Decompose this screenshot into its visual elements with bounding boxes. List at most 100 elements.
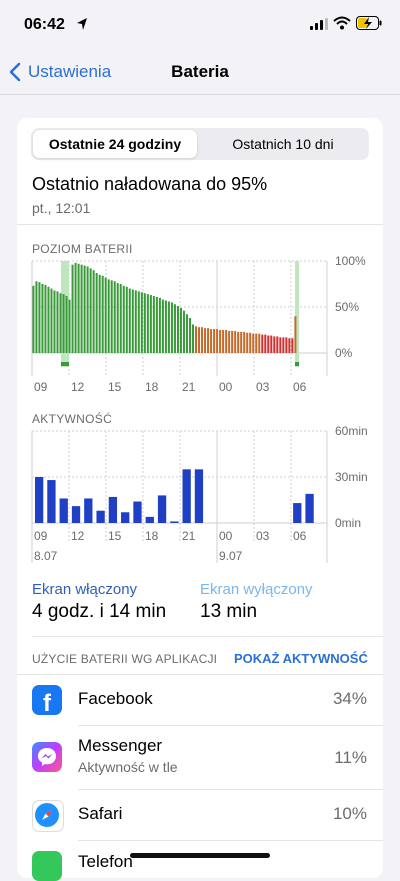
battery-bar: [116, 283, 119, 353]
activity-bar: [71, 506, 81, 523]
activity-bar: [59, 498, 68, 523]
battery-bar: [213, 329, 216, 353]
battery-bar: [44, 284, 47, 353]
battery-bar: [68, 299, 71, 353]
activity-bar: [47, 480, 56, 523]
date-label-8-07: 8.07: [34, 549, 58, 563]
battery-bar: [47, 286, 50, 353]
battery-bar: [285, 337, 288, 353]
battery-bar: [237, 331, 240, 353]
battery-x-tick: 00: [219, 380, 233, 394]
activity-x-tick: 21: [182, 529, 196, 543]
location-arrow-icon: [77, 18, 87, 30]
battery-bar: [188, 318, 192, 353]
battery-bar: [53, 290, 56, 353]
activity-bar: [157, 495, 167, 523]
battery-x-tick: 09: [34, 380, 48, 394]
app-name: Messenger: [78, 736, 163, 755]
facebook-icon: f: [32, 685, 62, 717]
battery-charging-icon: [356, 16, 382, 30]
battery-bar: [195, 326, 198, 353]
activity-y-axis: 60min 30min 0min: [335, 424, 368, 530]
battery-x-tick: 12: [71, 380, 85, 394]
charging-indicator: [295, 362, 299, 366]
app-row-facebook[interactable]: f Facebook 34%: [17, 674, 383, 726]
battery-bar: [255, 333, 258, 353]
app-percent: 10%: [332, 804, 367, 823]
battery-bar: [261, 334, 264, 353]
battery-bar: [170, 302, 173, 353]
battery-bar: [219, 330, 222, 353]
battery-bar: [258, 333, 261, 353]
page-title: Bateria: [171, 62, 229, 81]
battery-bar: [113, 281, 116, 353]
activity-y-tick: 60min: [335, 424, 368, 438]
battery-x-tick: 21: [182, 380, 196, 394]
battery-x-tick: 03: [256, 380, 270, 394]
app-name: Safari: [78, 804, 123, 823]
activity-y-tick: 30min: [335, 470, 368, 484]
status-time: 06:42: [24, 16, 65, 33]
activity-x-tick: 00: [219, 529, 233, 543]
battery-bar: [173, 304, 176, 353]
battery-bar: [50, 288, 53, 353]
battery-bar: [77, 263, 80, 353]
battery-bar: [146, 294, 149, 353]
battery-x-tick: 15: [108, 380, 122, 394]
battery-bar: [89, 268, 92, 353]
battery-bar: [198, 327, 201, 353]
battery-bar: [134, 290, 137, 353]
battery-card: Ostatnie 24 godziny Ostatnich 10 dni Ost…: [17, 118, 383, 881]
battery-x-axis: 09 12 15 18 21 00 03 06: [34, 380, 307, 394]
battery-bar: [207, 328, 210, 353]
activity-x-tick: 06: [293, 529, 307, 543]
battery-bar: [176, 306, 179, 353]
app-percent: 11%: [334, 748, 367, 767]
activity-x-tick: 12: [71, 529, 85, 543]
battery-bar: [41, 284, 44, 353]
battery-bar: [143, 293, 146, 353]
app-name: Facebook: [78, 689, 153, 708]
divider: [32, 636, 383, 637]
battery-bar: [252, 333, 255, 353]
app-row-safari[interactable]: Safari 10%: [17, 790, 383, 840]
battery-x-tick: 06: [293, 380, 307, 394]
status-bar: 06:42: [0, 0, 400, 52]
activity-bar: [293, 503, 302, 523]
battery-bar: [182, 310, 185, 353]
battery-bar: [32, 285, 35, 353]
show-activity-link[interactable]: POKAŻ AKTYWNOŚĆ: [234, 651, 368, 666]
activity-bar: [305, 493, 314, 523]
navigation-bar: Ustawienia Bateria: [0, 52, 400, 92]
battery-bar: [267, 335, 270, 353]
battery-bar: [270, 335, 273, 353]
battery-bar: [149, 295, 152, 353]
activity-bar: [133, 501, 142, 523]
battery-bar: [192, 324, 195, 353]
battery-y-tick: 0%: [335, 346, 353, 360]
app-row-messenger[interactable]: Messenger Aktywność w tle 11%: [17, 726, 383, 789]
battery-bar: [276, 336, 279, 353]
battery-y-tick: 100%: [335, 254, 366, 268]
app-name: Telefon: [78, 852, 133, 871]
battery-bar: [59, 293, 62, 353]
battery-bar: [140, 292, 143, 353]
messenger-icon: [32, 742, 62, 772]
battery-bar: [291, 338, 294, 353]
nav-divider: [0, 94, 400, 95]
battery-bar: [128, 288, 131, 353]
battery-bar: [101, 275, 104, 353]
battery-bar: [228, 330, 231, 353]
battery-bar: [65, 295, 68, 353]
battery-x-tick: 18: [145, 380, 159, 394]
battery-bar: [161, 299, 164, 353]
activity-x-tick: 03: [256, 529, 270, 543]
battery-bar: [137, 291, 140, 353]
battery-bar: [86, 266, 89, 353]
battery-y-tick: 50%: [335, 300, 359, 314]
svg-text:f: f: [43, 690, 52, 715]
activity-bar: [121, 512, 130, 523]
app-row-phone[interactable]: Telefon: [17, 841, 383, 881]
app-subtitle: Aktywność w tle: [78, 759, 178, 775]
battery-bar: [131, 289, 134, 353]
